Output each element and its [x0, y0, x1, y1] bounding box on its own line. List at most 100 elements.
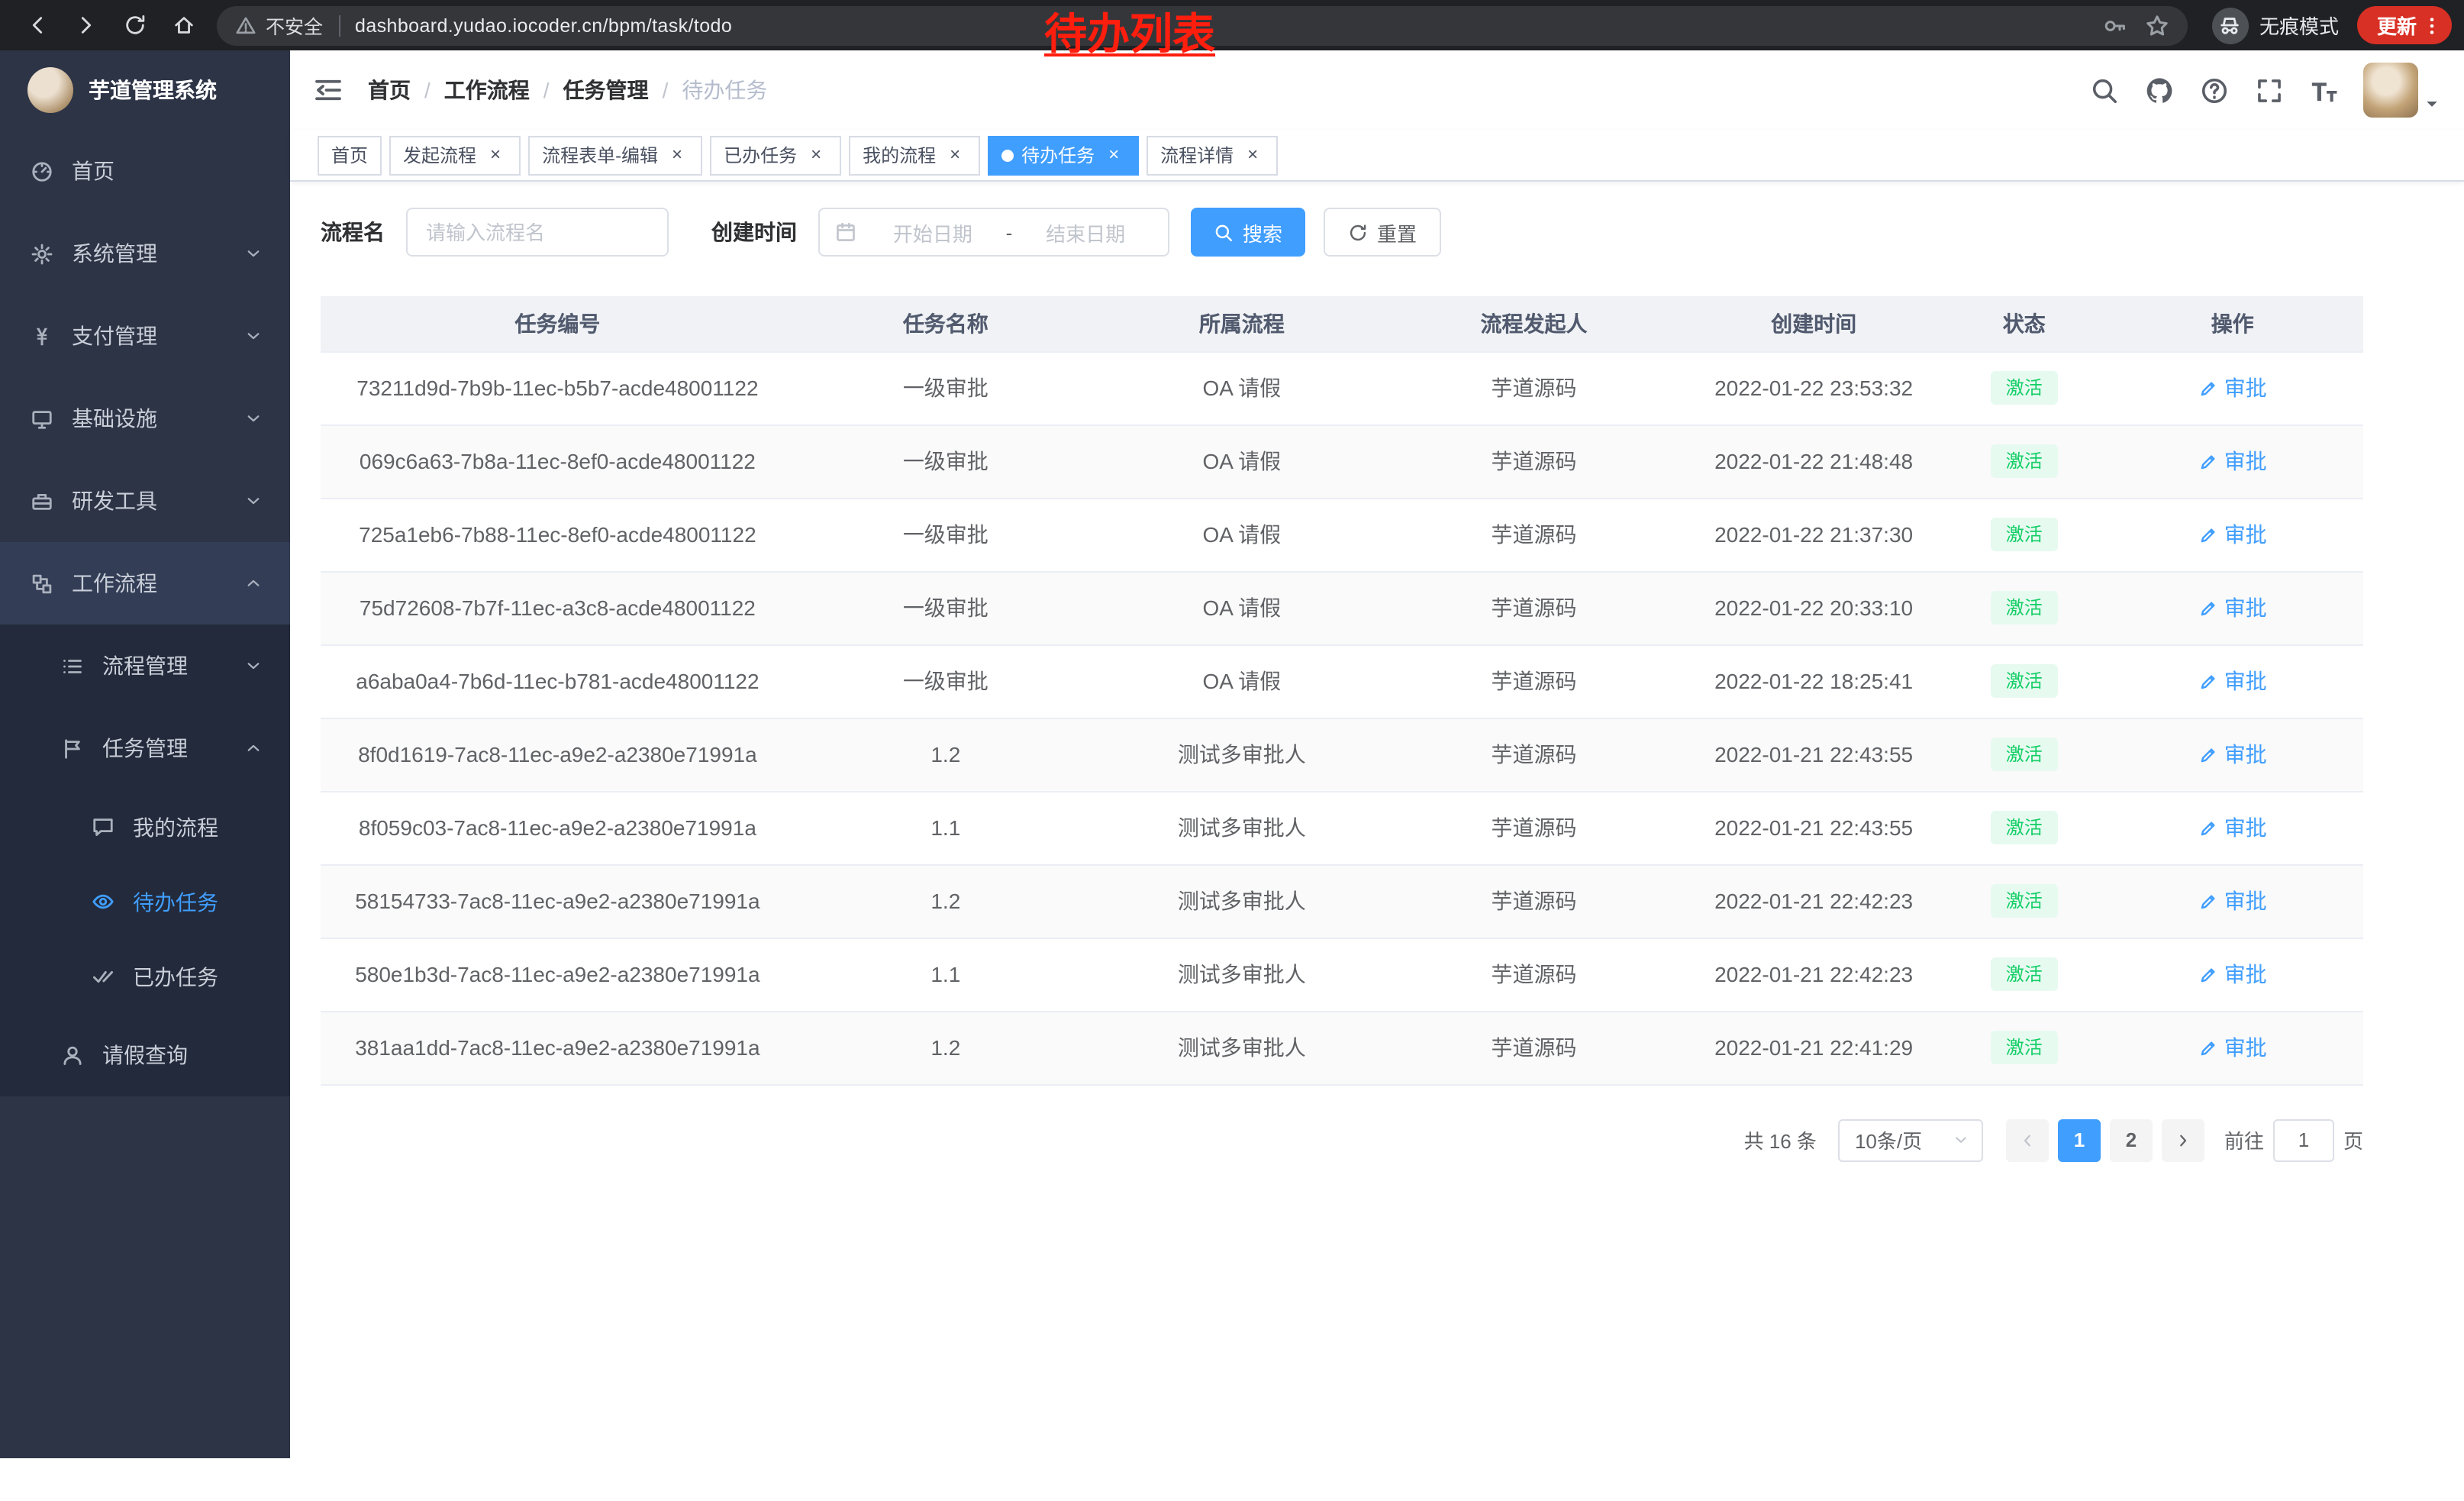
home-icon [172, 14, 195, 37]
tab-发起流程[interactable]: 发起流程× [389, 135, 521, 175]
browser-back-button[interactable] [18, 7, 55, 44]
breadcrumb-item[interactable]: 工作流程 [444, 75, 530, 105]
time-filter-label: 创建时间 [711, 217, 797, 247]
approve-button[interactable]: 审批 [2198, 446, 2267, 476]
approve-button[interactable]: 审批 [2198, 519, 2267, 550]
approve-label: 审批 [2224, 959, 2267, 989]
goto-page-input[interactable] [2273, 1118, 2334, 1161]
start-date-placeholder: 开始日期 [866, 218, 1000, 247]
textsize-button[interactable] [2310, 76, 2339, 105]
tab-close-icon[interactable]: × [1241, 144, 1264, 166]
cell-status: 激活 [1946, 351, 2101, 424]
approve-button[interactable]: 审批 [2198, 592, 2267, 623]
bookmark-star-icon[interactable] [2145, 13, 2169, 37]
sidebar-item-请假查询[interactable]: 请假查询 [0, 1014, 290, 1096]
update-button[interactable]: 更新 [2357, 6, 2452, 44]
cell-status: 激活 [1946, 571, 2101, 644]
approve-button[interactable]: 审批 [2198, 1032, 2267, 1063]
breadcrumb-item: 待办任务 [682, 75, 767, 105]
cell-status: 激活 [1946, 424, 2101, 498]
edit-icon [2198, 525, 2218, 544]
approve-button[interactable]: 审批 [2198, 812, 2267, 843]
approve-label: 审批 [2224, 666, 2267, 696]
sidebar-toggle-button[interactable] [313, 75, 343, 105]
tab-close-icon[interactable]: × [943, 144, 966, 166]
browser-forward-button[interactable] [67, 7, 104, 44]
security-chip[interactable]: 不安全 [235, 11, 323, 40]
approve-button[interactable]: 审批 [2198, 886, 2267, 916]
caret-down-icon [2423, 95, 2441, 113]
sidebar-item-工作流程[interactable]: 工作流程 [0, 542, 290, 625]
sidebar-item-系统管理[interactable]: 系统管理 [0, 212, 290, 295]
tab-label: 我的流程 [863, 142, 936, 168]
user-menu[interactable] [2363, 63, 2441, 118]
sidebar-item-首页[interactable]: 首页 [0, 130, 290, 212]
page-size-select[interactable]: 10条/页 [1838, 1118, 1983, 1161]
sidebar-item-已办任务[interactable]: 已办任务 [0, 939, 290, 1014]
process-name-input[interactable] [406, 208, 669, 257]
tab-已办任务[interactable]: 已办任务× [710, 135, 841, 175]
approve-button[interactable]: 审批 [2198, 373, 2267, 403]
fullscreen-button[interactable] [2255, 76, 2284, 105]
breadcrumb-separator: / [424, 78, 431, 102]
next-page-button[interactable] [2162, 1118, 2204, 1161]
reset-button[interactable]: 重置 [1324, 208, 1441, 257]
sidebar-item-待办任务[interactable]: 待办任务 [0, 864, 290, 939]
browser-reload-button[interactable] [116, 7, 153, 44]
chevron-down-icon [244, 244, 263, 263]
calendar-icon [835, 221, 856, 243]
tab-label: 首页 [331, 142, 368, 168]
tab-待办任务[interactable]: 待办任务× [988, 135, 1139, 175]
password-key-icon[interactable] [2102, 13, 2127, 37]
cell-initiator: 芋道源码 [1387, 718, 1681, 791]
tab-流程详情[interactable]: 流程详情× [1147, 135, 1278, 175]
tab-close-icon[interactable]: × [1102, 144, 1125, 166]
tab-流程表单-编辑[interactable]: 流程表单-编辑× [528, 135, 702, 175]
sidebar-item-支付管理[interactable]: 支付管理 [0, 295, 290, 377]
approve-button[interactable]: 审批 [2198, 959, 2267, 989]
column-header: 流程发起人 [1387, 296, 1681, 351]
tab-close-icon[interactable]: × [484, 144, 507, 166]
cell-id: 73211d9d-7b9b-11ec-b5b7-acde48001122 [321, 351, 795, 424]
sidebar-item-基础设施[interactable]: 基础设施 [0, 377, 290, 460]
column-header: 任务名称 [795, 296, 1097, 351]
sidebar: 芋道管理系统 首页系统管理支付管理基础设施研发工具工作流程流程管理任务管理我的流… [0, 50, 290, 1458]
page-button-2[interactable]: 2 [2110, 1118, 2153, 1161]
chevron-right-icon [2174, 1131, 2192, 1149]
github-button[interactable] [2145, 76, 2174, 105]
app-title: 芋道管理系统 [89, 75, 217, 105]
cell-process: OA 请假 [1097, 571, 1387, 644]
sidebar-item-研发工具[interactable]: 研发工具 [0, 460, 290, 542]
search-button[interactable] [2090, 76, 2119, 105]
tab-close-icon[interactable]: × [666, 144, 689, 166]
column-header: 操作 [2101, 296, 2363, 351]
sidebar-item-任务管理[interactable]: 任务管理 [0, 707, 290, 789]
browser-home-button[interactable] [165, 7, 202, 44]
cell-name: 1.1 [795, 938, 1097, 1011]
date-range-picker[interactable]: 开始日期 - 结束日期 [818, 208, 1169, 257]
help-button[interactable] [2200, 76, 2229, 105]
chevron-down-icon [1953, 1131, 1969, 1148]
search-button[interactable]: 搜索 [1191, 208, 1305, 257]
breadcrumb-item[interactable]: 任务管理 [563, 75, 649, 105]
cell-name: 一级审批 [795, 571, 1097, 644]
cell-status: 激活 [1946, 498, 2101, 571]
cell-created: 2022-01-21 22:43:55 [1681, 791, 1946, 864]
tab-我的流程[interactable]: 我的流程 × [849, 135, 980, 175]
cell-initiator: 芋道源码 [1387, 644, 1681, 718]
sidebar-item-流程管理[interactable]: 流程管理 [0, 625, 290, 707]
sidebar-item-我的流程[interactable]: 我的流程 [0, 789, 290, 864]
tab-首页[interactable]: 首页 [318, 135, 382, 175]
approve-button[interactable]: 审批 [2198, 666, 2267, 696]
cell-name: 一级审批 [795, 424, 1097, 498]
table-row: 069c6a63-7b8a-11ec-8ef0-acde48001122一级审批… [321, 424, 2363, 498]
breadcrumb-item[interactable]: 首页 [368, 75, 411, 105]
active-tab-dot [1001, 149, 1014, 161]
tab-close-icon[interactable]: × [805, 144, 827, 166]
app-logo[interactable]: 芋道管理系统 [0, 50, 290, 130]
status-badge: 激活 [1991, 811, 2058, 844]
cell-initiator: 芋道源码 [1387, 791, 1681, 864]
prev-page-button[interactable] [2006, 1118, 2049, 1161]
page-button-1[interactable]: 1 [2058, 1118, 2101, 1161]
approve-button[interactable]: 审批 [2198, 739, 2267, 770]
